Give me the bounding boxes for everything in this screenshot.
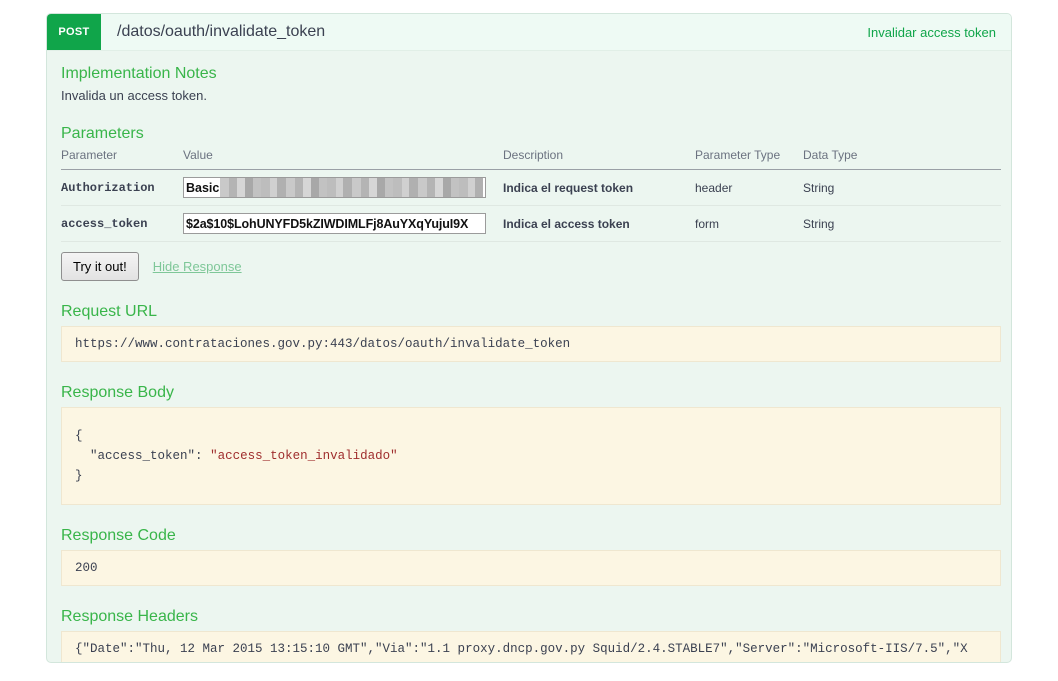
parameter-name-access-token: access_token [61, 205, 183, 242]
table-row: Authorization Basic Indica el request to… [61, 169, 1001, 206]
operation-panel: POST /datos/oauth/invalidate_token Inval… [46, 13, 1012, 663]
column-header-description: Description [503, 148, 695, 170]
response-headers-title: Response Headers [61, 608, 198, 625]
request-url-title: Request URL [61, 303, 158, 320]
parameter-value-cell-access-token: $2a$10$LohUNYFD5kZIWDIMLFj8AuYXqYujuI9X [183, 205, 503, 242]
implementation-notes-title: Implementation Notes [61, 65, 217, 82]
parameters-table-header-row: Parameter Value Description Parameter Ty… [61, 148, 1001, 170]
parameter-type-access-token: form [695, 205, 803, 242]
authorization-input-text: Basic [186, 180, 220, 195]
access-token-input-text: $2a$10$LohUNYFD5kZIWDIMLFj8AuYXqYujuI9X [186, 216, 469, 231]
column-header-parameter: Parameter [61, 148, 183, 170]
parameter-type-authorization: header [695, 169, 803, 206]
response-body-close-brace: } [75, 469, 83, 483]
request-url-value: https://www.contrataciones.gov.py:443/da… [61, 326, 1001, 362]
parameter-description-authorization: Indica el request token [503, 169, 695, 206]
parameter-description-access-token: Indica el access token [503, 205, 695, 242]
parameters-table: Parameter Value Description Parameter Ty… [61, 148, 1001, 242]
implementation-notes-text: Invalida un access token. [61, 88, 207, 103]
response-body-value: { "access_token": "access_token_invalida… [61, 407, 1001, 505]
access-token-input[interactable]: $2a$10$LohUNYFD5kZIWDIMLFj8AuYXqYujuI9X [183, 213, 486, 234]
authorization-input[interactable]: Basic [183, 177, 486, 198]
parameter-name-authorization: Authorization [61, 169, 183, 206]
response-body-string-value: "access_token_invalidado" [210, 449, 398, 463]
table-row: access_token $2a$10$LohUNYFD5kZIWDIMLFj8… [61, 205, 1001, 242]
response-code-value: 200 [61, 550, 1001, 586]
operation-summary[interactable]: Invalidar access token [867, 14, 1011, 50]
parameter-data-type-access-token: String [803, 205, 1001, 242]
http-method-badge: POST [47, 14, 101, 50]
operation-path[interactable]: /datos/oauth/invalidate_token [101, 14, 867, 50]
parameters-title: Parameters [61, 125, 144, 142]
column-header-data-type: Data Type [803, 148, 1001, 170]
column-header-parameter-type: Parameter Type [695, 148, 803, 170]
operation-body: Implementation Notes Invalida un access … [47, 51, 1011, 662]
redacted-credential-block [220, 178, 483, 197]
parameter-value-cell-authorization: Basic [183, 169, 503, 206]
response-body-open-brace: { [75, 429, 83, 443]
operation-heading[interactable]: POST /datos/oauth/invalidate_token Inval… [47, 14, 1011, 51]
response-body-title: Response Body [61, 384, 174, 401]
response-headers-box: {"Date":"Thu, 12 Mar 2015 13:15:10 GMT",… [61, 631, 1001, 662]
try-it-out-row: Try it out! Hide Response [61, 252, 997, 281]
column-header-value: Value [183, 148, 503, 170]
response-headers-value: {"Date":"Thu, 12 Mar 2015 13:15:10 GMT",… [75, 642, 968, 656]
response-code-title: Response Code [61, 527, 176, 544]
parameter-data-type-authorization: String [803, 169, 1001, 206]
hide-response-link[interactable]: Hide Response [153, 259, 242, 274]
try-it-out-button[interactable]: Try it out! [61, 252, 139, 281]
response-body-key: "access_token": [90, 449, 203, 463]
